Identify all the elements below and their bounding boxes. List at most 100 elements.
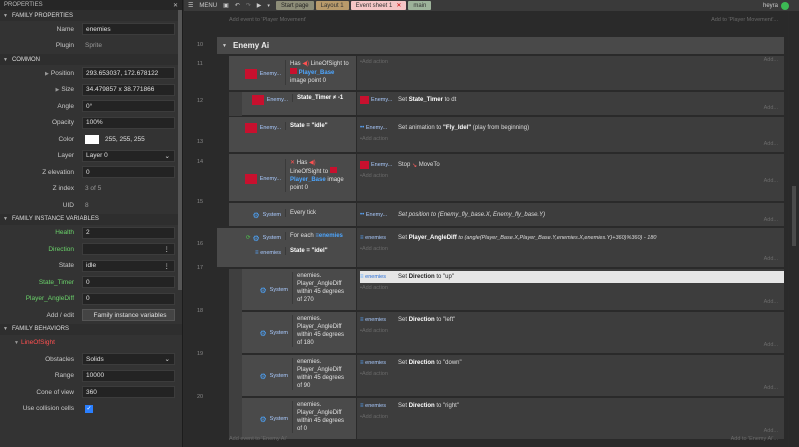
color-field[interactable]: 255, 255, 255	[82, 133, 175, 145]
condition-block[interactable]: ⚙ System enemies. Player_AngleDiff within 4…	[242, 355, 357, 396]
condition-block[interactable]: Enemy... State_Timer ≠ -1	[242, 92, 357, 115]
more-icon[interactable]: ⋮	[164, 262, 171, 270]
size-field[interactable]: 34.479857 x 38.771866	[82, 83, 175, 96]
section-family-properties[interactable]: ▼ FAMILY PROPERTIES	[0, 10, 182, 21]
event-row[interactable]: Enemy... ✕ Has ◀) LineOfSight to Player_…	[229, 154, 784, 202]
redo-icon[interactable]: ↷	[246, 2, 251, 9]
condition-block[interactable]: Enemy... State = "idle"	[229, 117, 357, 152]
action-row[interactable]: ≡ enemies Set Direction to "up"	[360, 271, 784, 283]
sheet-scrollbar[interactable]	[789, 11, 799, 447]
add-link[interactable]: Add...	[764, 178, 778, 184]
action-row[interactable]: ≡ enemies Set Direction to "down"	[360, 357, 462, 369]
add-action-link[interactable]: • Add action	[360, 412, 459, 422]
condition-block[interactable]: ⚙ System Every tick	[229, 203, 357, 226]
event-row[interactable]: ⚙ System enemies. Player_AngleDiff within 4…	[242, 355, 784, 397]
action-object: ≡ enemies	[360, 360, 386, 366]
action-row[interactable]: Enemy... Set State_Timer to dt	[360, 94, 456, 106]
add-link[interactable]: Add...	[764, 141, 778, 147]
event-row[interactable]: Enemy... State_Timer ≠ -1 Enemy... Set St…	[242, 92, 784, 116]
undo-icon[interactable]: ↶	[235, 2, 240, 9]
add-action-link[interactable]: • Add action	[360, 134, 529, 144]
close-icon[interactable]: ✕	[173, 2, 178, 9]
direction-field[interactable]: ⋮	[82, 243, 175, 256]
scrollbar-thumb[interactable]	[792, 186, 796, 246]
menu-button[interactable]: MENU	[199, 3, 217, 9]
color-swatch[interactable]	[85, 134, 99, 144]
section-instance-vars[interactable]: ▼ FAMILY INSTANCE VARIABLES	[0, 213, 182, 225]
cone-field[interactable]: 360	[82, 386, 175, 399]
event-row[interactable]: ⟳ ⚙ System For each ≡enemies ≡ enemies Sta…	[217, 228, 784, 268]
zelev-field[interactable]: 0	[82, 166, 175, 179]
add-link[interactable]: Add...	[764, 105, 778, 111]
add-action-link[interactable]: • Add action	[360, 171, 440, 181]
range-label: Range	[54, 372, 74, 380]
event-row[interactable]: ⚙ System enemies. Player_AngleDiff within 4…	[242, 269, 784, 311]
add-action-link[interactable]: • Add action	[360, 244, 656, 254]
add-action-link[interactable]: • Add action	[360, 369, 462, 379]
tab-layout-1[interactable]: Layout 1	[315, 1, 349, 10]
usecoll-checkbox[interactable]: ✓	[85, 404, 93, 413]
add-link[interactable]: Add...	[764, 217, 778, 223]
condition-block[interactable]: ⚙ System enemies. Player_AngleDiff within 4…	[242, 312, 357, 353]
statetimer-field[interactable]: 0	[82, 276, 175, 289]
expand-icon[interactable]: ▶	[55, 87, 59, 93]
event-row[interactable]: Enemy... Has ◀) LineOfSight to Player_Ba…	[229, 56, 784, 91]
play-icon[interactable]: ▶	[257, 2, 262, 9]
condition-block[interactable]: Enemy... ✕ Has ◀) LineOfSight to Player_…	[229, 154, 357, 201]
health-field[interactable]: 2	[82, 226, 175, 239]
event-row[interactable]: Enemy... State = "idle" •• Enemy... Set a…	[229, 117, 784, 153]
zelev-label: Z elevation	[42, 168, 74, 176]
condition-object: Enemy...	[242, 94, 292, 106]
state-field[interactable]: idle ⋮	[82, 259, 175, 272]
action-row[interactable]: ≡ enemies Set Direction to "left"	[360, 314, 455, 326]
action-row[interactable]: ≡ enemies Set Player_AngleDiff to (angle(…	[360, 232, 656, 244]
angle-field[interactable]: 0°	[82, 100, 175, 113]
event-number: 12	[196, 98, 204, 104]
add-action-link[interactable]: • Add action	[360, 283, 388, 293]
tab-main[interactable]: main	[408, 1, 432, 10]
add-link[interactable]: Add...	[764, 342, 778, 348]
add-event-top[interactable]: Add event to 'Player Movement' Add to 'P…	[184, 15, 788, 25]
user-menu[interactable]: heyra	[763, 1, 789, 10]
condition-block[interactable]: ⚙ System enemies. Player_AngleDiff within 4…	[242, 269, 357, 310]
condition-text: State = "idle"	[285, 122, 355, 130]
tab-event-sheet-1[interactable]: Event sheet 1 ✕	[350, 1, 407, 10]
section-behaviors[interactable]: ▼ FAMILY BEHAVIORS	[0, 323, 182, 335]
properties-scrollbar[interactable]	[178, 10, 182, 290]
angdiff-field[interactable]: 0	[82, 292, 175, 305]
group-enemy-ai[interactable]: ▼ Enemy Ai	[217, 37, 784, 54]
condition-block[interactable]: Enemy... Has ◀) LineOfSight to Player_Ba…	[229, 56, 357, 90]
condition-block[interactable]: ⚙ System enemies. Player_AngleDiff within 4…	[242, 398, 357, 439]
action-row[interactable]: •• Enemy... Set position to (Enemy_fly_ba…	[360, 209, 545, 221]
action-row[interactable]: Enemy... Stop ↘ MoveTo	[360, 159, 440, 171]
add-link[interactable]: Add...	[764, 57, 778, 63]
event-row[interactable]: ⚙ System Every tick •• Enemy... Set positi…	[229, 203, 784, 227]
add-link[interactable]: Add...	[764, 256, 778, 262]
condition-block[interactable]: ⟳ ⚙ System For each ≡enemies ≡ enemies Sta…	[217, 228, 357, 267]
add-action-link[interactable]: • Add action	[360, 326, 455, 336]
close-tab-icon[interactable]: ✕	[396, 2, 401, 9]
position-field[interactable]: 293.653037, 172.678122	[82, 67, 175, 80]
opacity-field[interactable]: 100%	[82, 116, 175, 129]
hamburger-icon[interactable]: ☰	[188, 2, 193, 9]
range-field[interactable]: 10000	[82, 369, 175, 382]
section-common[interactable]: ▼ COMMON	[0, 54, 182, 65]
save-icon[interactable]: ▣	[223, 2, 229, 9]
action-row[interactable]: •• Enemy... Set animation to "Fly_Idel" (…	[360, 122, 529, 134]
layer-select[interactable]: Layer 0 ⌄	[82, 149, 175, 162]
event-row[interactable]: ⚙ System enemies. Player_AngleDiff within 4…	[242, 312, 784, 354]
expand-icon[interactable]: ▶	[45, 71, 49, 77]
name-field[interactable]: enemies	[82, 23, 175, 36]
instance-vars-button[interactable]: Family instance variables	[82, 309, 175, 322]
add-event-bottom[interactable]: Add event to 'Enemy Ai' Add to 'Enemy Ai…	[184, 434, 788, 444]
add-link[interactable]: Add...	[764, 299, 778, 305]
event-number: 11	[197, 61, 203, 67]
add-link[interactable]: Add...	[764, 385, 778, 391]
action-row[interactable]: ≡ enemies Set Direction to "right"	[360, 400, 459, 412]
more-icon[interactable]: ⋮	[164, 245, 171, 253]
play-dropdown-icon[interactable]: ▾	[267, 3, 270, 9]
add-action-link[interactable]: • Add action	[360, 57, 388, 67]
behavior-lineofsight[interactable]: ▼ LineOfSight	[0, 339, 82, 346]
obstacles-select[interactable]: Solids ⌄	[82, 353, 175, 366]
tab-start-page[interactable]: Start page	[275, 1, 314, 10]
